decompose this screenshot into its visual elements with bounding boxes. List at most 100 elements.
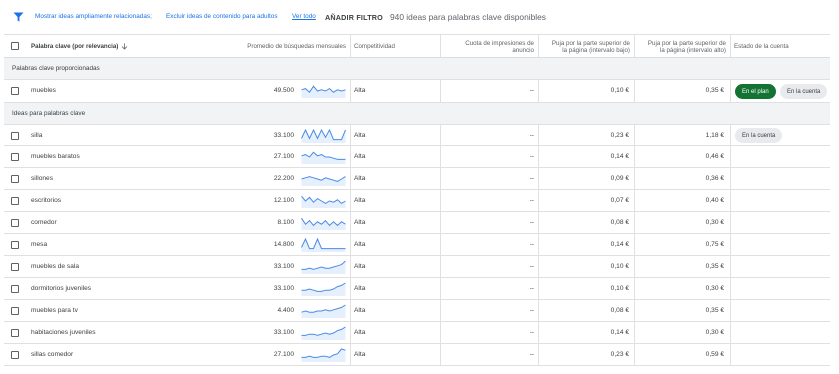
competition-cell: Alta (354, 197, 366, 204)
avg-searches-cell: 33.100 (273, 285, 294, 292)
impression-share-cell: -- (529, 307, 534, 314)
bid-high-cell: 1,18 € (705, 132, 724, 139)
table-row[interactable]: muebles 49.500 Alta -- 0,10 € 0,35 € En … (4, 80, 830, 103)
row-checkbox[interactable] (11, 285, 19, 293)
trend-sparkline (301, 217, 346, 230)
table-row[interactable]: dormitorios juveniles 33.100 Alta -- 0,1… (4, 278, 830, 300)
trend-sparkline (301, 151, 346, 164)
avg-searches-cell: 14.800 (273, 241, 294, 248)
bid-low-cell: 0,09 € (610, 175, 629, 182)
column-header-account-status[interactable]: Estado de la cuenta (734, 35, 826, 58)
column-header-bid-low[interactable]: Puja por la parte superior de la página … (538, 35, 630, 58)
trend-sparkline (301, 238, 346, 252)
table-row[interactable]: muebles baratos 27.100 Alta -- 0,14 € 0,… (4, 146, 830, 168)
keyword-cell: muebles baratos (31, 153, 80, 160)
bid-high-cell: 0,75 € (705, 241, 724, 248)
add-filter-button[interactable]: AÑADIR FILTRO (325, 13, 383, 22)
avg-searches-cell: 12.100 (273, 197, 294, 204)
column-header-bid-high[interactable]: Puja por la parte superior de la página … (634, 35, 726, 58)
row-checkbox[interactable] (11, 263, 19, 271)
column-header-keyword[interactable]: Palabra clave (por relevancia) (31, 35, 151, 58)
trend-sparkline (301, 129, 346, 143)
avg-searches-cell: 8.100 (277, 219, 294, 226)
table-row[interactable]: silla 33.100 Alta -- 0,23 € 1,18 € En la… (4, 125, 830, 146)
row-checkbox[interactable] (11, 153, 19, 161)
avg-searches-cell: 4.400 (277, 307, 294, 314)
exclude-adult-ideas-link[interactable]: Excluir ideas de contenido para adultos (166, 13, 278, 20)
row-checkbox[interactable] (11, 241, 19, 249)
in-account-button[interactable]: En la cuenta (735, 128, 783, 143)
select-all-checkbox[interactable] (11, 42, 19, 50)
table-row[interactable]: mesa 14.800 Alta -- 0,14 € 0,75 € (4, 234, 830, 256)
sparkline-area (301, 86, 346, 98)
bid-low-cell: 0,08 € (610, 219, 629, 226)
column-header-bid-low-line1: Puja por la parte superior de (551, 39, 630, 47)
impression-share-cell: -- (529, 263, 534, 270)
in-account-button[interactable]: En la cuenta (780, 84, 828, 99)
table-header: Palabra clave (por relevancia) Promedio … (4, 34, 830, 58)
column-header-impression-share-line1: Cuota de impresiones de (465, 39, 534, 47)
trend-sparkline (301, 85, 346, 98)
competition-cell: Alta (354, 241, 366, 248)
avg-searches-cell: 33.100 (273, 329, 294, 336)
keyword-cell: muebles para tv (31, 307, 78, 314)
competition-cell: Alta (354, 263, 366, 270)
table-row[interactable]: muebles de sala 33.100 Alta -- 0,10 € 0,… (4, 256, 830, 278)
row-checkbox[interactable] (11, 132, 19, 140)
in-plan-button[interactable]: En el plan (735, 84, 776, 99)
column-header-competition[interactable]: Competitividad (354, 35, 434, 58)
section-provided-keywords: Palabras clave proporcionadas (4, 58, 830, 80)
table-row[interactable]: comedor 8.100 Alta -- 0,08 € 0,30 € (4, 212, 830, 234)
table-row[interactable]: muebles para tv 4.400 Alta -- 0,08 € 0,3… (4, 300, 830, 322)
bid-high-cell: 0,30 € (705, 219, 724, 226)
bid-high-cell: 0,36 € (705, 175, 724, 182)
column-header-impression-share[interactable]: Cuota de impresiones de anuncio (440, 35, 534, 58)
row-checkbox[interactable] (11, 351, 19, 359)
row-checkbox[interactable] (11, 87, 19, 95)
avg-searches-cell: 33.100 (273, 132, 294, 139)
bid-high-cell: 0,59 € (705, 351, 724, 358)
impression-share-cell: -- (529, 132, 534, 139)
bid-high-cell: 0,35 € (705, 307, 724, 314)
filter-icon[interactable] (13, 12, 24, 22)
impression-share-cell: -- (529, 153, 534, 160)
avg-searches-cell: 49.500 (273, 87, 294, 94)
column-header-avg-searches[interactable]: Promedio de búsquedas mensuales (204, 35, 346, 58)
column-header-bid-high-line1: Puja por la parte superior de (647, 39, 726, 47)
row-checkbox[interactable] (11, 219, 19, 227)
table-row[interactable]: sillones 22.200 Alta -- 0,09 € 0,36 € (4, 168, 830, 190)
impression-share-cell: -- (529, 285, 534, 292)
bid-low-cell: 0,10 € (610, 87, 629, 94)
row-checkbox[interactable] (11, 329, 19, 337)
bid-high-cell: 0,30 € (705, 329, 724, 336)
column-header-impression-share-line2: anuncio (512, 46, 534, 54)
keyword-cell: escritorios (31, 197, 62, 204)
impression-share-cell: -- (529, 219, 534, 226)
row-checkbox[interactable] (11, 175, 19, 183)
table-row[interactable]: sillas comedor 27.100 Alta -- 0,23 € 0,5… (4, 344, 830, 366)
row-checkbox[interactable] (11, 307, 19, 315)
ideas-count: 940 ideas para palabras clave disponible… (390, 12, 546, 22)
table-row[interactable]: escritorios 12.100 Alta -- 0,07 € 0,40 € (4, 190, 830, 212)
competition-cell: Alta (354, 329, 366, 336)
competition-cell: Alta (354, 153, 366, 160)
view-all-link[interactable]: Ver todo (292, 13, 316, 20)
section-provided-keywords-label: Palabras clave proporcionadas (12, 65, 100, 72)
column-header-account-status-label: Estado de la cuenta (734, 43, 789, 50)
column-header-bid-high-line2: la página (intervalo alto) (659, 46, 726, 54)
section-keyword-ideas-label: Ideas para palabras clave (12, 110, 86, 117)
trend-sparkline (301, 176, 346, 186)
keyword-cell: comedor (31, 219, 57, 226)
impression-share-cell: -- (529, 197, 534, 204)
competition-cell: Alta (354, 132, 366, 139)
impression-share-cell: -- (529, 175, 534, 182)
trend-sparkline (301, 348, 346, 362)
row-checkbox[interactable] (11, 197, 19, 205)
table-row[interactable]: habitaciones juveniles 33.100 Alta -- 0,… (4, 322, 830, 344)
keyword-cell: muebles de sala (31, 263, 80, 270)
competition-cell: Alta (354, 175, 366, 182)
filter-bar: Mostrar ideas ampliamente relacionadas; … (0, 0, 839, 34)
show-related-ideas-link[interactable]: Mostrar ideas ampliamente relacionadas; (35, 13, 152, 20)
keyword-cell: sillones (31, 175, 53, 182)
trend-sparkline (301, 304, 346, 318)
